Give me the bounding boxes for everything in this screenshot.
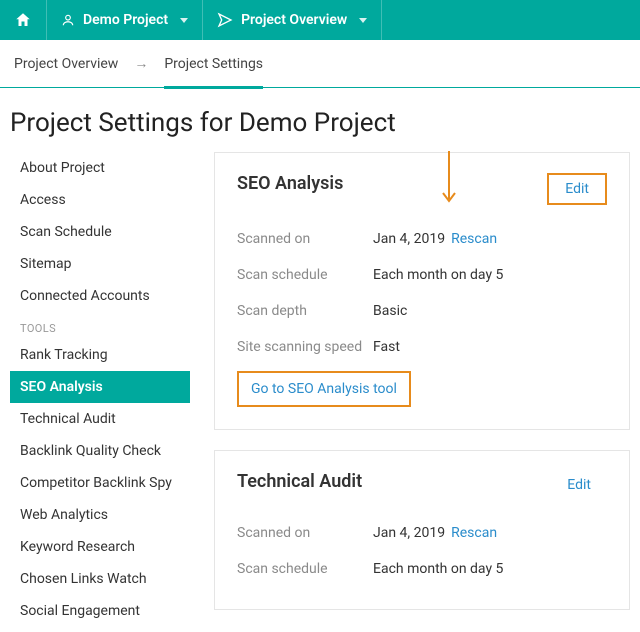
card-title: Technical Audit — [237, 471, 362, 492]
user-icon — [61, 13, 75, 27]
home-icon — [14, 11, 32, 29]
project-switcher[interactable]: Demo Project — [47, 0, 203, 40]
sidebar-item-about[interactable]: About Project — [10, 152, 190, 184]
sidebar-item-rank-tracking[interactable]: Rank Tracking — [10, 339, 190, 371]
row-value: Basic — [373, 303, 407, 319]
breadcrumb-item-active[interactable]: Project Settings — [164, 40, 263, 88]
chevron-down-icon — [359, 18, 367, 23]
row-label: Site scanning speed — [237, 339, 373, 355]
row-value: Fast — [373, 339, 400, 355]
row-scan-speed: Site scanning speed Fast — [237, 329, 607, 365]
edit-button[interactable]: Edit — [551, 471, 607, 499]
go-to-tool-label: Go to SEO Analysis tool — [251, 381, 397, 397]
sidebar-item-technical-audit[interactable]: Technical Audit — [10, 403, 190, 435]
breadcrumb: Project Overview → Project Settings — [0, 40, 640, 88]
row-scanned-on: Scanned on Jan 4, 2019 Rescan — [237, 221, 607, 257]
edit-button[interactable]: Edit — [547, 173, 607, 205]
sidebar-item-web-analytics[interactable]: Web Analytics — [10, 499, 190, 531]
sidebar-item-backlink-quality[interactable]: Backlink Quality Check — [10, 435, 190, 467]
rescan-link[interactable]: Rescan — [451, 231, 497, 247]
row-value: Jan 4, 2019 — [373, 525, 445, 541]
settings-sidebar: About Project Access Scan Schedule Sitem… — [10, 152, 190, 627]
sidebar-item-chosen-links[interactable]: Chosen Links Watch — [10, 563, 190, 595]
sidebar-item-scan-schedule[interactable]: Scan Schedule — [10, 216, 190, 248]
sidebar-item-social-engagement[interactable]: Social Engagement — [10, 595, 190, 627]
main-column: SEO Analysis Edit Scanned on Jan 4, 2019… — [214, 152, 630, 610]
rescan-link[interactable]: Rescan — [451, 525, 497, 541]
sidebar-heading-tools: TOOLS — [10, 312, 190, 339]
home-button[interactable] — [0, 0, 47, 40]
chevron-down-icon — [180, 18, 188, 23]
sidebar-item-competitor-backlink[interactable]: Competitor Backlink Spy — [10, 467, 190, 499]
section-switcher[interactable]: Project Overview — [203, 0, 382, 40]
sidebar-item-connected-accounts[interactable]: Connected Accounts — [10, 280, 190, 312]
overview-icon — [217, 12, 233, 28]
sidebar-item-seo-analysis[interactable]: SEO Analysis — [10, 371, 190, 403]
row-scan-depth: Scan depth Basic — [237, 293, 607, 329]
row-label: Scan schedule — [237, 267, 373, 283]
breadcrumb-separator: → — [134, 55, 148, 72]
card-technical-audit: Technical Audit Edit Scanned on Jan 4, 2… — [214, 450, 630, 610]
section-switcher-label: Project Overview — [241, 12, 347, 28]
row-value: Each month on day 5 — [373, 561, 503, 577]
card-seo-analysis: SEO Analysis Edit Scanned on Jan 4, 2019… — [214, 152, 630, 430]
project-switcher-label: Demo Project — [83, 12, 168, 28]
row-label: Scanned on — [237, 231, 373, 247]
row-label: Scanned on — [237, 525, 373, 541]
row-label: Scan depth — [237, 303, 373, 319]
go-to-tool-button[interactable]: Go to SEO Analysis tool — [237, 371, 411, 407]
top-nav: Demo Project Project Overview — [0, 0, 640, 40]
row-value: Each month on day 5 — [373, 267, 503, 283]
breadcrumb-item[interactable]: Project Overview — [14, 56, 118, 72]
row-scanned-on: Scanned on Jan 4, 2019 Rescan — [237, 515, 607, 551]
sidebar-item-sitemap[interactable]: Sitemap — [10, 248, 190, 280]
row-label: Scan schedule — [237, 561, 373, 577]
page-title: Project Settings for Demo Project — [10, 108, 630, 138]
card-title: SEO Analysis — [237, 173, 343, 194]
row-value: Jan 4, 2019 — [373, 231, 445, 247]
sidebar-item-access[interactable]: Access — [10, 184, 190, 216]
sidebar-item-keyword-research[interactable]: Keyword Research — [10, 531, 190, 563]
row-scan-schedule: Scan schedule Each month on day 5 — [237, 551, 607, 587]
row-scan-schedule: Scan schedule Each month on day 5 — [237, 257, 607, 293]
